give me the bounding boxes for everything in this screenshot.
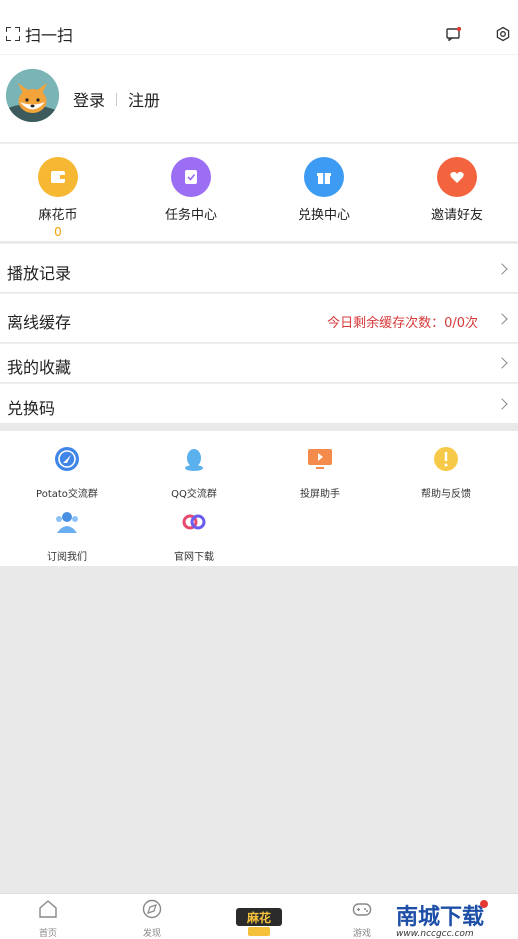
tab-home[interactable]: 首页 (18, 899, 78, 939)
home-icon (39, 900, 57, 918)
tab-games[interactable]: 游戏 (332, 899, 392, 939)
coin-count: 0 (54, 225, 62, 239)
tool-label: 帮助与反馈 (421, 489, 471, 500)
chevron-right-icon (496, 398, 508, 410)
tool-label: 官网下载 (174, 552, 214, 563)
tab-label: 游戏 (352, 929, 371, 939)
heart-icon (437, 157, 477, 197)
compass-icon (142, 899, 162, 919)
wallet-icon (38, 157, 78, 197)
avatar[interactable] (6, 69, 59, 122)
scan-label: 扫一扫 (25, 26, 74, 45)
auth-links: 登录 注册 (73, 87, 160, 111)
quick-item-exchange[interactable]: 兑换中心 (274, 157, 374, 223)
svg-text:www.nccgcc.com: www.nccgcc.com (396, 929, 474, 938)
menu-row-label: 播放记录 (7, 264, 72, 283)
chevron-right-icon (496, 263, 508, 275)
menu-row-label: 兑换码 (7, 399, 56, 418)
cast-icon (308, 449, 332, 469)
subscribe-icon (56, 512, 78, 533)
app-logo[interactable]: 麻花 (234, 898, 284, 938)
tool-help-feedback[interactable]: 帮助与反馈 (391, 446, 501, 500)
scan-icon (6, 27, 20, 41)
quick-item-label: 任务中心 (164, 208, 217, 223)
task-icon (171, 157, 211, 197)
quick-item-invite[interactable]: 邀请好友 (407, 157, 507, 223)
message-icon[interactable] (446, 27, 461, 41)
tools-grid: Potato交流群 QQ交流群 投屏助手 帮助与反馈 订阅我们 官网下载 (0, 431, 518, 566)
chevron-right-icon (496, 357, 508, 369)
login-link[interactable]: 登录 (73, 87, 105, 111)
quick-item-label: 麻花币 (38, 208, 78, 223)
tool-subscribe[interactable]: 订阅我们 (12, 509, 122, 563)
tool-official-download[interactable]: 官网下载 (139, 509, 249, 563)
profile-section: 登录 注册 (0, 54, 518, 142)
quick-item-label: 邀请好友 (430, 208, 483, 223)
chevron-right-icon (496, 313, 508, 325)
top-bar: 扫一扫 (0, 0, 518, 54)
svg-text:麻花: 麻花 (246, 910, 271, 925)
watermark-logo: 南城下载 www.nccgcc.com (396, 900, 488, 938)
potato-icon (55, 447, 79, 471)
register-link[interactable]: 注册 (128, 87, 160, 111)
gift-icon (304, 157, 344, 197)
quick-item-coins[interactable]: 麻花币 0 (8, 157, 108, 239)
menu-row-offline[interactable]: 离线缓存 今日剩余缓存次数：0/0次 (0, 293, 518, 342)
menu-row-favorites[interactable]: 我的收藏 (0, 343, 518, 382)
tool-qq-group[interactable]: QQ交流群 (139, 446, 249, 500)
svg-text:南城下载: 南城下载 (396, 904, 484, 930)
tool-cast-helper[interactable]: 投屏助手 (265, 446, 375, 500)
tool-label: QQ交流群 (171, 489, 217, 500)
tool-label: Potato交流群 (36, 489, 98, 500)
scan-button[interactable]: 扫一扫 (6, 22, 73, 46)
menu-row-redeem[interactable]: 兑换码 (0, 383, 518, 423)
settings-icon[interactable] (495, 26, 511, 42)
tool-label: 投屏助手 (300, 489, 340, 500)
download-icon (182, 514, 206, 530)
offline-quota-text: 今日剩余缓存次数：0/0次 (327, 316, 478, 331)
qq-icon (185, 449, 203, 471)
tab-label: 发现 (142, 929, 161, 939)
help-icon (434, 447, 458, 471)
gamepad-icon (352, 903, 372, 916)
tool-potato-group[interactable]: Potato交流群 (12, 446, 122, 500)
menu-row-label: 我的收藏 (7, 358, 72, 377)
divider (116, 92, 118, 106)
menu-row-history[interactable]: 播放记录 (0, 243, 518, 292)
quick-item-tasks[interactable]: 任务中心 (141, 157, 241, 223)
tab-discover[interactable]: 发现 (122, 899, 182, 939)
tab-label: 首页 (38, 929, 57, 939)
quick-actions: 麻花币 0 任务中心 兑换中心 邀请好友 (0, 143, 518, 241)
tool-label: 订阅我们 (47, 552, 87, 563)
menu-row-label: 离线缓存 (7, 313, 72, 332)
quick-item-label: 兑换中心 (297, 208, 350, 223)
